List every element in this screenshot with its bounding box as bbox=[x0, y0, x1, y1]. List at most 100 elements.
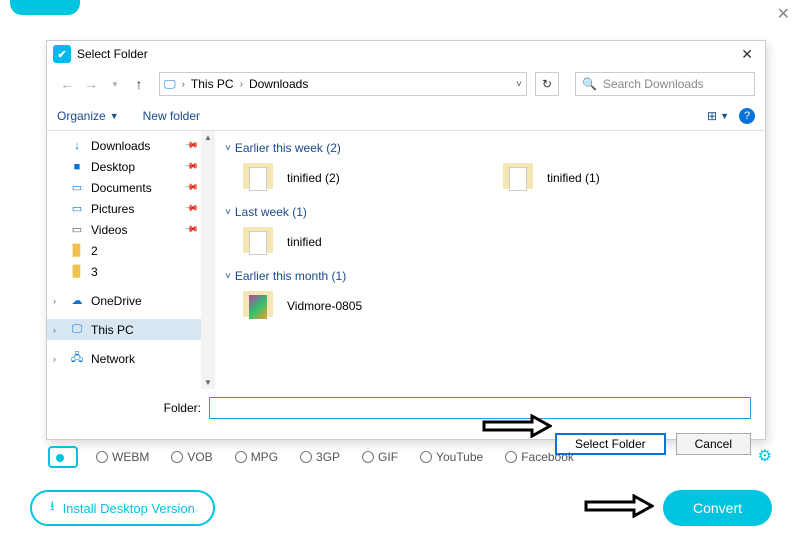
group-header[interactable]: ˅Last week (1) bbox=[225, 205, 755, 219]
dialog-title: Select Folder bbox=[77, 47, 148, 61]
sidebar-item-onedrive[interactable]: ›☁OneDrive bbox=[47, 290, 215, 311]
sidebar-item-network[interactable]: ›🖧Network bbox=[47, 348, 215, 369]
download-icon: ⭳ bbox=[50, 497, 55, 519]
back-button[interactable]: ← bbox=[57, 74, 77, 94]
address-dropdown-icon[interactable]: ˅ bbox=[516, 79, 522, 90]
background-top-pill bbox=[10, 0, 80, 15]
sidebar-item-pictures[interactable]: ▭Pictures📌 bbox=[47, 198, 215, 219]
format-label: MPG bbox=[251, 450, 278, 464]
cancel-button[interactable]: Cancel bbox=[676, 433, 751, 455]
sidebar-item-this-pc[interactable]: ›🖵This PC bbox=[47, 319, 215, 340]
install-desktop-button[interactable]: ⭳ Install Desktop Version bbox=[30, 490, 215, 526]
docs-icon: ▭ bbox=[69, 181, 85, 195]
format-options-row: WEBM VOB MPG 3GP GIF YouTube Facebook bbox=[48, 446, 574, 468]
format-option-youtube[interactable]: YouTube bbox=[420, 450, 483, 464]
format-label: WEBM bbox=[112, 450, 149, 464]
radio-icon bbox=[505, 451, 517, 463]
format-option-gif[interactable]: GIF bbox=[362, 450, 398, 464]
content-pane: ˅Earlier this week (2)tinified (2)tinifi… bbox=[215, 131, 765, 389]
group-header[interactable]: ˅ Earlier this month (1) bbox=[225, 269, 755, 283]
pin-icon: 📌 bbox=[184, 201, 200, 217]
help-icon[interactable]: ? bbox=[739, 108, 755, 124]
breadcrumb-current[interactable]: Downloads bbox=[249, 77, 308, 91]
format-option-3gp[interactable]: 3GP bbox=[300, 450, 340, 464]
forward-button: → bbox=[81, 74, 101, 94]
app-icon: ✔ bbox=[53, 45, 71, 63]
radio-icon bbox=[420, 451, 432, 463]
sidebar-item-label: Desktop bbox=[91, 160, 135, 174]
nav-row: ← → ▾ ↑ 🖵 › This PC › Downloads ˅ ↻ 🔍 Se… bbox=[47, 67, 765, 101]
desk-icon: ■ bbox=[69, 160, 85, 174]
group-title: Earlier this week (2) bbox=[235, 141, 341, 155]
format-option-mpg[interactable]: MPG bbox=[235, 450, 278, 464]
chevron-down-icon: ▼ bbox=[720, 111, 729, 121]
breadcrumb-root[interactable]: This PC bbox=[191, 77, 234, 91]
new-folder-button[interactable]: New folder bbox=[143, 109, 200, 123]
format-option-webm[interactable]: WEBM bbox=[96, 450, 149, 464]
new-folder-label: New folder bbox=[143, 109, 200, 123]
sidebar-item-label: OneDrive bbox=[91, 294, 142, 308]
sidebar-item-3[interactable]: ▉3 bbox=[47, 261, 215, 282]
folder-input[interactable] bbox=[209, 397, 751, 419]
refresh-button[interactable]: ↻ bbox=[535, 72, 559, 96]
pin-icon: 📌 bbox=[184, 159, 200, 175]
folder-name: tinified (1) bbox=[547, 171, 600, 185]
folder-item[interactable]: tinified (2) bbox=[241, 161, 441, 195]
radio-icon bbox=[235, 451, 247, 463]
sidebar-item-label: 2 bbox=[91, 244, 98, 258]
pin-icon: 📌 bbox=[184, 180, 200, 196]
radio-icon bbox=[362, 451, 374, 463]
chevron-down-icon: ˅ bbox=[225, 271, 231, 282]
folder-name: tinified (2) bbox=[287, 171, 340, 185]
sidebar-item-label: Pictures bbox=[91, 202, 134, 216]
sidebar-item-documents[interactable]: ▭ Documents 📌 bbox=[47, 177, 215, 198]
folder-icon bbox=[241, 225, 277, 259]
close-icon[interactable]: ✕ bbox=[735, 44, 759, 65]
sidebar: ↓Downloads📌■Desktop📌▭Documents📌▭Pictures… bbox=[47, 131, 215, 389]
chevron-right-icon: › bbox=[240, 79, 243, 90]
sidebar-item-downloads[interactable]: ↓Downloads📌 bbox=[47, 135, 215, 156]
search-input[interactable]: 🔍 Search Downloads bbox=[575, 72, 755, 96]
sidebar-item-desktop[interactable]: ■ Desktop 📌 bbox=[47, 156, 215, 177]
folder-icon: ▉ bbox=[69, 244, 85, 258]
folder-name: tinified bbox=[287, 235, 322, 249]
chevron-right-icon: › bbox=[182, 79, 185, 90]
up-button[interactable]: ↑ bbox=[129, 74, 149, 94]
format-label: 3GP bbox=[316, 450, 340, 464]
folder-item[interactable]: tinified bbox=[241, 225, 441, 259]
format-label: YouTube bbox=[436, 450, 483, 464]
background-close-icon[interactable]: ✕ bbox=[777, 4, 790, 24]
group-title: Earlier this month (1) bbox=[235, 269, 346, 283]
sidebar-item-label: Documents bbox=[91, 181, 152, 195]
folder-item[interactable]: tinified (1) bbox=[501, 161, 701, 195]
format-category-icon[interactable] bbox=[48, 446, 78, 468]
address-bar[interactable]: 🖵 › This PC › Downloads ˅ bbox=[159, 72, 527, 96]
folder-name: Vidmore-0805 bbox=[287, 299, 362, 313]
convert-button[interactable]: Convert bbox=[663, 490, 772, 526]
format-option-vob[interactable]: VOB bbox=[171, 450, 212, 464]
group-title: Last week (1) bbox=[235, 205, 307, 219]
settings-icon[interactable]: ⚙ bbox=[758, 446, 772, 466]
format-option-facebook[interactable]: Facebook bbox=[505, 450, 574, 464]
folder-icon bbox=[241, 161, 277, 195]
recent-dropdown[interactable]: ▾ bbox=[105, 74, 125, 94]
folder-item[interactable]: Vidmore-0805 bbox=[241, 289, 441, 323]
group-header[interactable]: ˅Earlier this week (2) bbox=[225, 141, 755, 155]
sidebar-item-label: This PC bbox=[91, 323, 134, 337]
sidebar-scrollbar[interactable] bbox=[201, 131, 215, 389]
format-label: GIF bbox=[378, 450, 398, 464]
sidebar-item-label: Downloads bbox=[91, 139, 150, 153]
chevron-right-icon: › bbox=[53, 296, 56, 306]
view-mode-button[interactable]: ⊞ ▼ bbox=[707, 109, 729, 123]
view-icon: ⊞ bbox=[707, 109, 717, 123]
chevron-right-icon: › bbox=[53, 325, 56, 335]
search-placeholder: Search Downloads bbox=[603, 77, 704, 91]
chevron-right-icon: › bbox=[53, 354, 56, 364]
radio-icon bbox=[300, 451, 312, 463]
organize-menu[interactable]: Organize ▼ bbox=[57, 109, 119, 123]
sidebar-item-2[interactable]: ▉2 bbox=[47, 240, 215, 261]
sidebar-item-videos[interactable]: ▭Videos📌 bbox=[47, 219, 215, 240]
titlebar: ✔ Select Folder ✕ bbox=[47, 41, 765, 67]
annotation-arrow bbox=[482, 414, 552, 438]
folder-icon bbox=[241, 289, 277, 323]
